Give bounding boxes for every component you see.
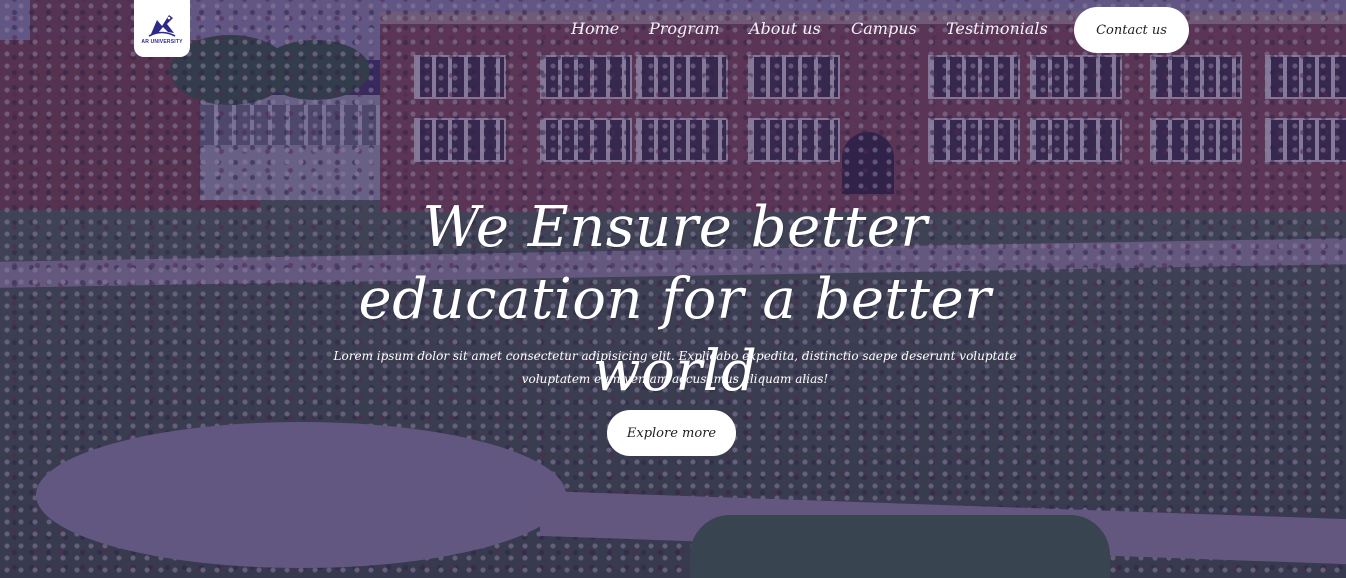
nav-link-program[interactable]: Program [649,19,720,38]
nav-link-testimonials[interactable]: Testimonials [946,19,1048,38]
nav-link-about-us[interactable]: About us [749,19,821,38]
contact-us-button[interactable]: Contact us [1074,7,1189,53]
nav-link-campus[interactable]: Campus [851,19,917,38]
explore-more-button[interactable]: Explore more [607,410,736,456]
nav-link-home[interactable]: Home [571,19,619,38]
hero-subtext: Lorem ipsum dolor sit amet consectetur a… [333,349,1017,386]
hero-section: AR UNIVERSITY Home Program About us Camp… [0,0,1346,578]
